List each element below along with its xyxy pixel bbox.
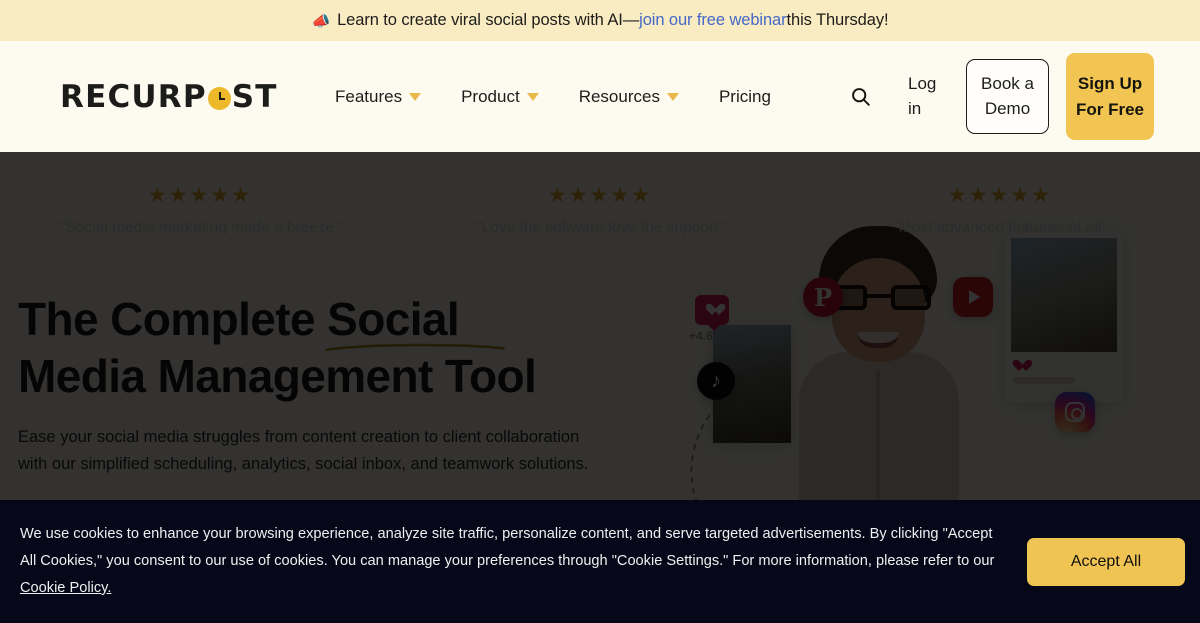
- nav-label: Product: [461, 86, 520, 106]
- chevron-down-icon: [666, 92, 679, 101]
- rating-quote: "Social media marketing made a breeze": [60, 219, 340, 236]
- header-actions: Log in Book a Demo Sign Up For Free: [908, 53, 1154, 140]
- instagram-icon: [1055, 392, 1095, 432]
- pinterest-icon: P: [803, 277, 843, 317]
- nav-label: Pricing: [718, 86, 771, 106]
- megaphone-icon: 📣: [311, 12, 331, 30]
- heart-icon: [1013, 360, 1024, 371]
- photo-card-image: [1011, 238, 1117, 352]
- like-count: +4.6k: [689, 329, 720, 343]
- main-navigation: Features Product Resources Pricing: [335, 84, 874, 110]
- search-icon[interactable]: [848, 84, 874, 110]
- rating-item: ★★★★★ "Social media marketing made a bre…: [0, 185, 400, 237]
- photo-card-right: [1005, 232, 1123, 402]
- title-line1-prefix: The Complete: [18, 293, 328, 345]
- heart-icon: [695, 295, 729, 331]
- webinar-link[interactable]: join our free webinar: [639, 11, 787, 30]
- cookie-banner: We use cookies to enhance your browsing …: [0, 500, 1200, 623]
- clock-icon: [207, 87, 231, 110]
- star-rating-icon: ★★★★★: [147, 184, 253, 207]
- title-highlight-text: Social: [327, 293, 460, 345]
- rating-quote: "Most advanced features of all": [893, 219, 1107, 236]
- book-demo-button[interactable]: Book a Demo: [966, 59, 1049, 134]
- ratings-strip: ★★★★★ "Social media marketing made a bre…: [0, 152, 1200, 237]
- announcement-text: Learn to create viral social posts with …: [337, 11, 640, 29]
- cookie-text-body: We use cookies to enhance your browsing …: [20, 526, 995, 570]
- logo[interactable]: RECURP ST: [60, 79, 335, 115]
- rating-item: ★★★★★ "Most advanced features of all": [800, 185, 1200, 237]
- site-header: RECURP ST Features Product Resources Pric…: [0, 41, 1200, 152]
- rating-quote: "Love the software love the support": [476, 219, 724, 236]
- title-highlight: Social: [325, 291, 505, 351]
- nav-item-resources[interactable]: Resources: [579, 87, 679, 107]
- photo-card-caption-bar: [1013, 377, 1075, 384]
- nav-label: Resources: [578, 86, 660, 106]
- cookie-policy-link[interactable]: Cookie Policy.: [20, 580, 111, 596]
- accept-all-button[interactable]: Accept All: [1027, 537, 1185, 586]
- logo-text-part1: RECURP: [60, 78, 207, 115]
- underline-swoosh-icon: [325, 343, 505, 351]
- cookie-banner-text: We use cookies to enhance your browsing …: [0, 521, 1027, 601]
- tiktok-icon: ♪: [697, 362, 735, 400]
- page-title: The Complete Social Media Management Too…: [18, 291, 658, 404]
- star-rating-icon: ★★★★★: [547, 184, 653, 207]
- logo-text: RECURP ST: [60, 79, 278, 115]
- rating-item: ★★★★★ "Love the software love the suppor…: [400, 185, 800, 237]
- nav-item-product[interactable]: Product: [461, 87, 539, 107]
- announcement-text-suffix: this Thursday!: [786, 11, 889, 29]
- logo-text-part2: ST: [231, 78, 278, 115]
- chevron-down-icon: [526, 92, 539, 101]
- youtube-icon: [953, 277, 993, 317]
- hero-subtitle: Ease your social media struggles from co…: [18, 428, 589, 474]
- title-line2: Media Management Tool: [18, 349, 537, 402]
- nav-item-features[interactable]: Features: [335, 86, 422, 107]
- login-link[interactable]: Log in: [908, 72, 952, 121]
- star-rating-icon: ★★★★★: [947, 184, 1053, 207]
- person-photo: [773, 222, 983, 532]
- signup-button[interactable]: Sign Up For Free: [1066, 53, 1154, 140]
- nav-item-pricing[interactable]: Pricing: [719, 87, 771, 107]
- nav-label: Features: [335, 86, 403, 106]
- chevron-down-icon: [409, 92, 422, 101]
- announcement-banner: 📣 Learn to create viral social posts wit…: [0, 0, 1200, 41]
